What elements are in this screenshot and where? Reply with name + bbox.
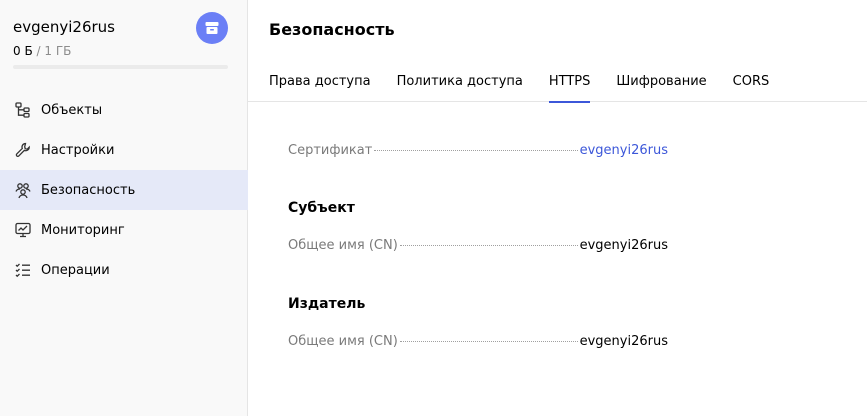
tab-bar: Права доступа Политика доступа HTTPS Шиф… xyxy=(248,60,867,103)
monitor-chart-icon xyxy=(13,220,33,240)
sidebar-item-security[interactable]: Безопасность xyxy=(0,170,248,210)
storage-usage: 0 Б / 1 ГБ xyxy=(13,44,72,58)
sidebar-item-label: Объекты xyxy=(41,102,103,118)
issuer-cn-row: Общее имя (CN) evgenyi26rus xyxy=(288,334,668,349)
leader-dots xyxy=(399,245,578,246)
issuer-cn-label: Общее имя (CN) xyxy=(288,334,398,349)
issuer-cn-value: evgenyi26rus xyxy=(579,334,668,349)
certificate-row: Сертификат evgenyi26rus xyxy=(288,143,668,158)
tab-access-rights[interactable]: Права доступа xyxy=(269,60,371,102)
sidebar-item-settings[interactable]: Настройки xyxy=(0,130,248,170)
sidebar-nav: Объекты Настройки Безопасность Мониторин… xyxy=(0,90,248,290)
bucket-name: evgenyi26rus xyxy=(13,18,115,36)
certificate-link[interactable]: evgenyi26rus xyxy=(580,143,668,158)
subject-cn-row: Общее имя (CN) evgenyi26rus xyxy=(288,238,668,253)
subject-cn-label: Общее имя (CN) xyxy=(288,238,398,253)
sidebar: evgenyi26rus 0 Б / 1 ГБ Объекты Настройк… xyxy=(0,0,248,416)
tab-access-policy[interactable]: Политика доступа xyxy=(397,60,523,102)
wrench-icon xyxy=(13,140,33,160)
app-root: evgenyi26rus 0 Б / 1 ГБ Объекты Настройк… xyxy=(0,0,867,416)
sidebar-item-label: Настройки xyxy=(41,142,115,158)
users-icon xyxy=(13,180,33,200)
sidebar-item-label: Операции xyxy=(41,262,110,278)
usage-total: 1 ГБ xyxy=(44,44,72,58)
usage-used: 0 Б xyxy=(13,44,33,58)
sidebar-item-objects[interactable]: Объекты xyxy=(0,90,248,130)
objects-tree-icon xyxy=(13,100,33,120)
subject-section-title: Субъект xyxy=(288,200,355,216)
sidebar-item-label: Мониторинг xyxy=(41,222,125,238)
issuer-section-title: Издатель xyxy=(288,296,366,312)
usage-progress-bar xyxy=(13,65,228,69)
subject-cn-value: evgenyi26rus xyxy=(579,238,668,253)
tab-cors[interactable]: CORS xyxy=(733,60,770,102)
tab-https[interactable]: HTTPS xyxy=(548,60,590,103)
bucket-icon[interactable] xyxy=(196,12,228,44)
sidebar-item-label: Безопасность xyxy=(41,182,136,198)
leader-dots xyxy=(374,150,578,151)
page-title: Безопасность xyxy=(269,20,395,39)
certificate-label: Сертификат xyxy=(288,143,373,158)
main-content: Безопасность Права доступа Политика дост… xyxy=(248,0,867,416)
checklist-icon xyxy=(13,260,33,280)
sidebar-item-monitoring[interactable]: Мониторинг xyxy=(0,210,248,250)
leader-dots xyxy=(399,341,578,342)
sidebar-item-operations[interactable]: Операции xyxy=(0,250,248,290)
tab-encryption[interactable]: Шифрование xyxy=(616,60,706,102)
